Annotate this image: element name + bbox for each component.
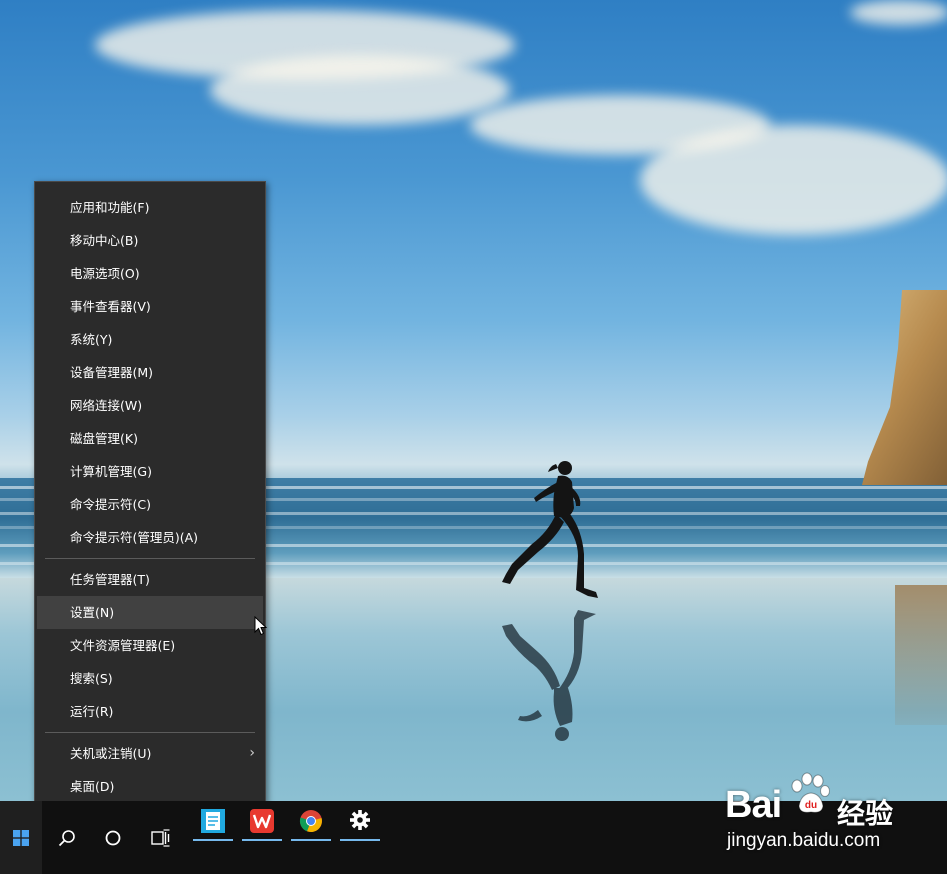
menu-item-file-explorer[interactable]: 文件资源管理器(E) <box>37 629 263 662</box>
menu-item-system[interactable]: 系统(Y) <box>37 323 263 356</box>
menu-item-command-prompt[interactable]: 命令提示符(C) <box>37 488 263 521</box>
cortana-circle-icon <box>105 830 121 845</box>
wps-office-icon <box>250 809 274 833</box>
cloud <box>850 0 947 25</box>
menu-item-network-connections[interactable]: 网络连接(W) <box>37 389 263 422</box>
baidu-jingyan-watermark: Bai du 经验 jingyan.baidu.com <box>725 770 940 858</box>
runner-silhouette <box>502 461 598 598</box>
menu-item-label: 关机或注销(U) <box>70 746 152 761</box>
menu-item-power-options[interactable]: 电源选项(O) <box>37 257 263 290</box>
menu-item-device-manager[interactable]: 设备管理器(M) <box>37 356 263 389</box>
watermark-brand: Bai <box>725 784 782 826</box>
menu-item-settings[interactable]: 设置(N) <box>37 596 263 629</box>
taskbar-search-button[interactable] <box>46 801 88 874</box>
mouse-cursor-icon <box>254 616 268 636</box>
search-icon <box>58 829 75 846</box>
menu-item-disk-management[interactable]: 磁盘管理(K) <box>37 422 263 455</box>
chevron-right-icon: › <box>249 745 255 761</box>
taskbar-app-settings[interactable] <box>340 805 380 841</box>
taskbar-app-wps[interactable] <box>242 805 282 841</box>
cliff <box>862 290 947 485</box>
menu-separator <box>45 558 255 559</box>
chrome-icon <box>299 810 322 833</box>
cloud <box>640 125 947 235</box>
menu-item-event-viewer[interactable]: 事件查看器(V) <box>37 290 263 323</box>
runner-reflection <box>502 610 596 741</box>
cloud <box>210 55 510 125</box>
menu-item-computer-management[interactable]: 计算机管理(G) <box>37 455 263 488</box>
menu-item-task-manager[interactable]: 任务管理器(T) <box>37 563 263 596</box>
cliff-reflection <box>895 585 947 725</box>
windows-start-icon <box>13 829 29 846</box>
menu-item-command-prompt-admin[interactable]: 命令提示符(管理员)(A) <box>37 521 263 554</box>
taskbar-app-chrome[interactable] <box>291 805 331 841</box>
start-button[interactable] <box>0 801 42 874</box>
task-view-icon <box>151 828 170 847</box>
watermark-brand-suffix: 经验 <box>837 797 894 830</box>
taskbar-app-notepad[interactable] <box>193 805 233 841</box>
settings-gear-icon <box>350 810 370 830</box>
winx-context-menu: 应用和功能(F) 移动中心(B) 电源选项(O) 事件查看器(V) 系统(Y) … <box>34 181 266 810</box>
task-view-button[interactable] <box>138 801 184 874</box>
svg-text:du: du <box>805 800 817 811</box>
baidu-paw-icon: du <box>791 772 830 813</box>
menu-separator <box>45 732 255 733</box>
menu-item-desktop[interactable]: 桌面(D) <box>37 770 263 803</box>
notepad-app-icon <box>201 809 225 833</box>
menu-item-apps-features[interactable]: 应用和功能(F) <box>37 191 263 224</box>
watermark-site: jingyan.baidu.com <box>727 830 881 851</box>
menu-item-shutdown-signout[interactable]: 关机或注销(U) › <box>37 737 263 770</box>
menu-item-mobility-center[interactable]: 移动中心(B) <box>37 224 263 257</box>
menu-item-run[interactable]: 运行(R) <box>37 695 263 728</box>
menu-item-search[interactable]: 搜索(S) <box>37 662 263 695</box>
cortana-button[interactable] <box>92 801 134 874</box>
